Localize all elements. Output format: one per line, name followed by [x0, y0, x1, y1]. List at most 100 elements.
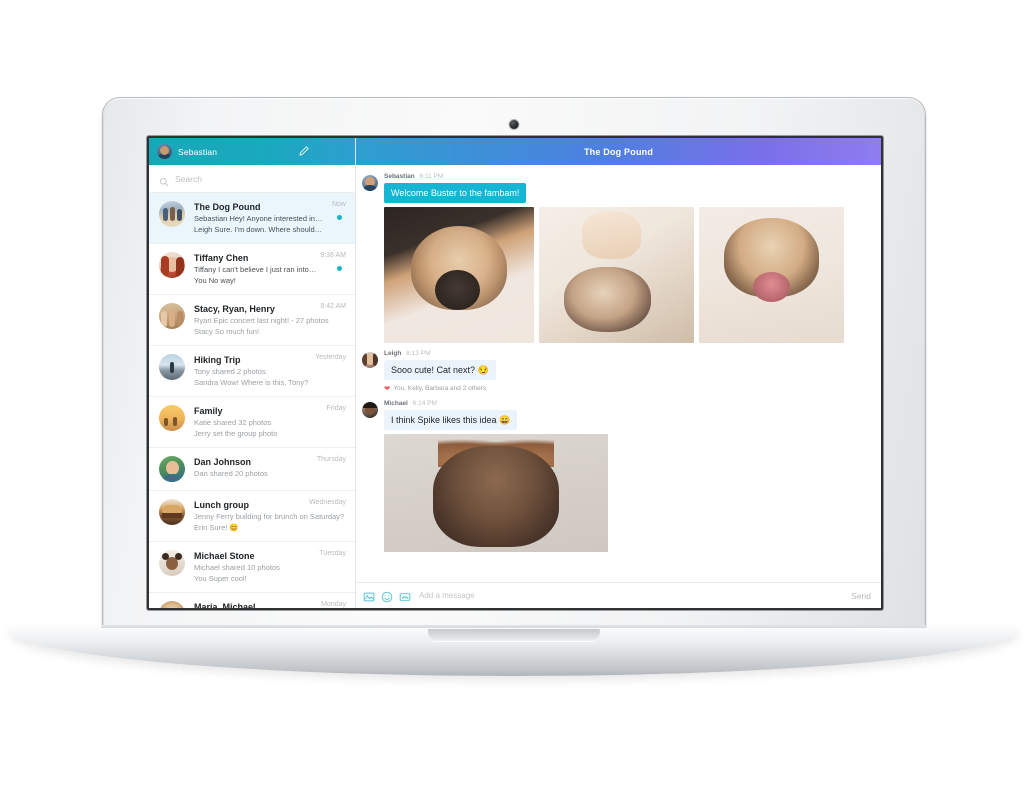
search-input[interactable] [175, 173, 345, 184]
sebastian-avatar [362, 175, 378, 191]
friends-group-avatar [159, 303, 185, 329]
pencil-compose-icon[interactable] [295, 144, 311, 160]
conversation-preview-line2: Jerry set the group photo [194, 429, 278, 438]
search-bar[interactable] [149, 165, 355, 193]
message-sender: Sebastian [384, 173, 415, 180]
message-bubble: I think Spike likes this idea 😄 [384, 410, 518, 430]
message-item: Leigh 6:13 PM Sooo cute! Cat next? 😏 ❤ Y… [362, 350, 871, 393]
sidebar: Sebastian Search The Dog Pound Sebastian… [149, 138, 356, 608]
conversation-time: Tuesday [319, 550, 346, 557]
conversation-time: 8:42 AM [320, 303, 346, 310]
conversation-list[interactable]: The Dog Pound Sebastian Hey! Anyone inte… [149, 193, 355, 608]
conversation-item-family[interactable]: Family Katie shared 32 photos Jerry set … [149, 397, 355, 448]
conversation-preview-line1: Katie shared 32 photos [194, 418, 272, 427]
conversation-preview-line1: Sebastian Hey! Anyone interested in… [194, 214, 323, 223]
message-bubble: Welcome Buster to the fambam! [384, 183, 527, 203]
conversation-name: Family [194, 406, 223, 416]
message-sender: Michael [384, 400, 408, 407]
message-composer: Send [356, 582, 881, 608]
conversation-time: Yesterday [315, 354, 346, 361]
message-time: 6:11 PM [419, 173, 444, 180]
conversation-time: 9:38 AM [320, 252, 346, 259]
laptop-base-notch [428, 629, 600, 642]
conversation-time: Monday [321, 601, 346, 608]
photo-icon[interactable] [363, 590, 375, 602]
message-body: Sebastian 6:11 PM Welcome Buster to the … [384, 173, 871, 343]
message-meta: Leigh 6:13 PM [384, 350, 871, 357]
conversation-preview-line2: Stacy So much fun! [194, 327, 260, 336]
conversation-preview-line2: You Super cool! [194, 574, 247, 583]
laptop-lid: Sebastian Search The Dog Pound Sebastian… [102, 97, 926, 632]
bulldog-closeup-photo[interactable] [384, 207, 534, 343]
reaction-text: You, Kelly, Barbara and 2 others [393, 385, 487, 392]
conversation-preview-line1: Ryan Epic concert last night! - 27 photo… [194, 316, 329, 325]
conversation-item-the-dog-pound[interactable]: The Dog Pound Sebastian Hey! Anyone inte… [149, 193, 355, 244]
message-photo-grid[interactable] [384, 207, 871, 343]
conversation-item-stacy-ryan-henry[interactable]: Stacy, Ryan, Henry Ryan Epic concert las… [149, 295, 355, 346]
message-input[interactable] [419, 591, 846, 600]
conversation-preview-line1: Tony shared 2 photos [194, 367, 266, 376]
message-sender: Leigh [384, 350, 402, 357]
message-item: Michael 6:14 PM I think Spike likes this… [362, 400, 871, 552]
message-body: Michael 6:14 PM I think Spike likes this… [384, 400, 871, 552]
conversation-preview-line2: Erin Sure! 😊 [194, 523, 239, 532]
bulldog-petted-photo[interactable] [539, 207, 694, 343]
message-meta: Sebastian 6:11 PM [384, 173, 871, 180]
unread-dot-badge [337, 215, 342, 220]
conversation-preview-line2: Leigh Sure. I'm down. Where should… [194, 225, 323, 234]
redhead-woman-avatar [159, 252, 185, 278]
conversation-preview-line1: Tiffany I can't believe I just ran into… [194, 265, 317, 274]
screen: Sebastian Search The Dog Pound Sebastian… [149, 138, 881, 608]
conversation-item-tiffany-chen[interactable]: Tiffany Chen Tiffany I can't believe I j… [149, 244, 355, 295]
conversation-text: The Dog Pound Sebastian Hey! Anyone inte… [194, 201, 346, 235]
sidebar-header: Sebastian [149, 138, 355, 165]
conversation-preview-line2: Sandra Wow! Where is this, Tony? [194, 378, 309, 387]
conversation-time: Now [331, 201, 346, 208]
man-outdoors-avatar [159, 456, 185, 482]
conversation-preview-line1: Dan shared 20 photos [194, 469, 268, 478]
message-thread[interactable]: Sebastian 6:11 PM Welcome Buster to the … [356, 165, 881, 582]
michael-avatar [362, 402, 378, 418]
emoji-icon[interactable] [381, 590, 393, 602]
conversation-item-lunch-group[interactable]: Lunch group Jenny Ferry building for bru… [149, 491, 355, 542]
conversation-name: The Dog Pound [194, 202, 261, 212]
message-time: 6:13 PM [406, 350, 431, 357]
camera-dot-icon [509, 120, 519, 129]
leigh-avatar [362, 352, 378, 368]
burger-food-avatar [159, 499, 185, 525]
child-avatar [159, 550, 185, 576]
bulldog-yawning-photo[interactable] [699, 207, 844, 343]
conversation-time: Thursday [316, 456, 346, 463]
message-item: Sebastian 6:11 PM Welcome Buster to the … [362, 173, 871, 343]
unread-dot-badge [337, 266, 342, 271]
terrier-dog-photo[interactable] [384, 434, 608, 552]
conversation-preview-line1: Jenny Ferry building for brunch on Satur… [194, 512, 345, 521]
conversation-item-maria-michael[interactable]: Maria, Michael Maria What are you doing … [149, 593, 355, 608]
chat-header: The Dog Pound [356, 138, 881, 165]
message-meta: Michael 6:14 PM [384, 400, 871, 407]
heart-icon: ❤ [384, 384, 391, 393]
laptop-scene: Sebastian Search The Dog Pound Sebastian… [0, 0, 1028, 788]
user-avatar[interactable] [157, 144, 172, 159]
group-photo-avatar [159, 201, 185, 227]
message-time: 6:14 PM [412, 400, 437, 407]
send-button[interactable]: Send [851, 591, 871, 601]
conversation-preview-line1: Michael shared 10 photos [194, 563, 280, 572]
chat-title: The Dog Pound [583, 146, 654, 157]
sticker-icon[interactable] [399, 590, 411, 602]
conversation-time: Wednesday [309, 499, 346, 506]
screen-bezel: Sebastian Search The Dog Pound Sebastian… [147, 136, 883, 610]
conversation-item-michael-stone[interactable]: Michael Stone Michael shared 10 photos Y… [149, 542, 355, 593]
conversation-item-dan-johnson[interactable]: Dan Johnson Dan shared 20 photos Thursda… [149, 448, 355, 491]
chat-panel: The Dog Pound Sebastian 6:11 PM Welcome … [356, 138, 881, 608]
latte-art-avatar [159, 601, 185, 608]
beach-sunset-avatar [159, 405, 185, 431]
conversation-preview-line2: You No way! [194, 276, 236, 285]
laptop-base [8, 628, 1020, 676]
conversation-item-hiking-trip[interactable]: Hiking Trip Tony shared 2 photos Sandra … [149, 346, 355, 397]
current-user-name: Sebastian [178, 146, 218, 157]
conversation-time: Friday [326, 405, 346, 412]
search-icon [159, 174, 169, 186]
message-body: Leigh 6:13 PM Sooo cute! Cat next? 😏 ❤ Y… [384, 350, 871, 393]
message-reactions[interactable]: ❤ You, Kelly, Barbara and 2 others [384, 384, 871, 393]
